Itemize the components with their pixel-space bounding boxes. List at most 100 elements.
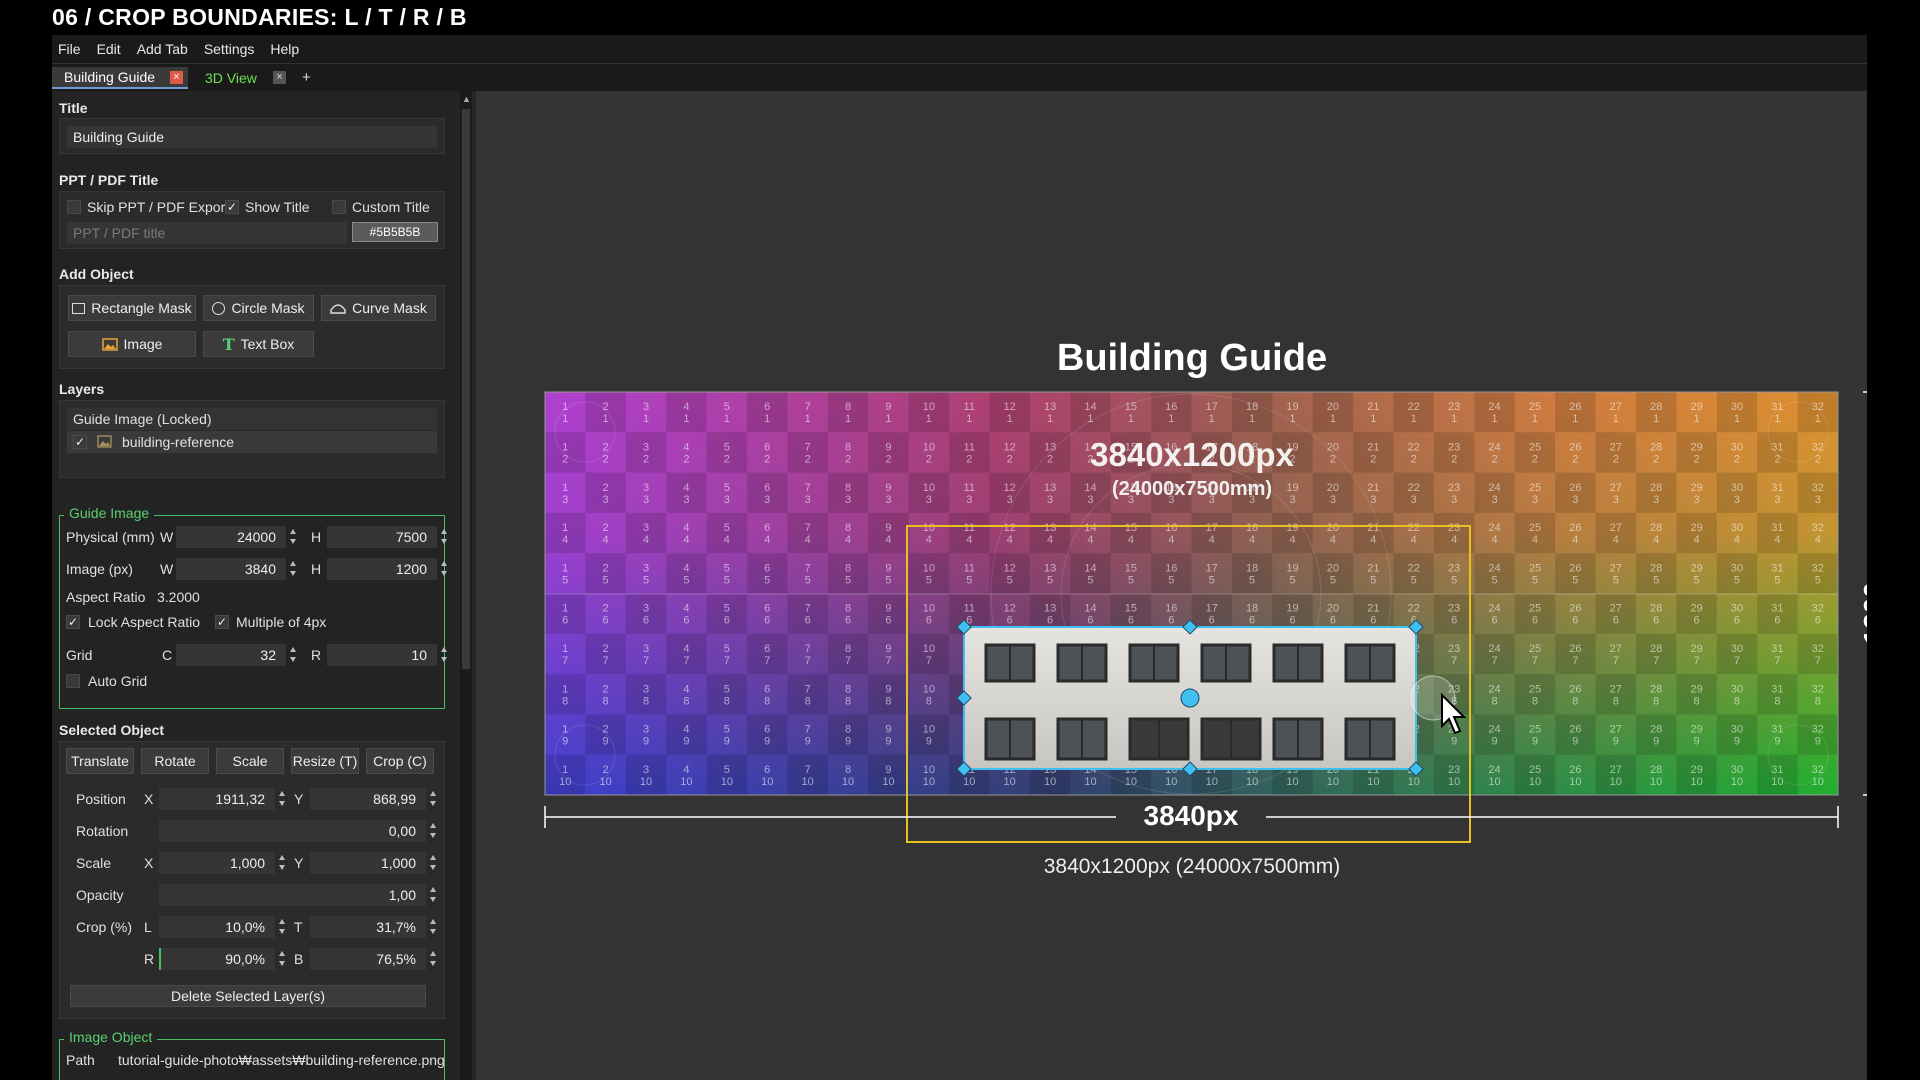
- delete-layers-button[interactable]: Delete Selected Layer(s): [70, 985, 426, 1007]
- curve-mask-button[interactable]: Curve Mask: [321, 295, 436, 321]
- crop-bottom-spinner[interactable]: [429, 948, 438, 970]
- physical-label: Physical (mm): [66, 529, 155, 545]
- physical-h-label: H: [311, 529, 322, 545]
- tab-label: Building Guide: [64, 69, 156, 85]
- tab-building-guide[interactable]: Building Guide ×: [52, 67, 188, 89]
- crop-button[interactable]: Crop (C): [366, 748, 434, 774]
- grid-cell-label: 42: [683, 441, 689, 465]
- circle-mask-button[interactable]: Circle Mask: [203, 295, 314, 321]
- image-width-input[interactable]: 3840: [176, 558, 286, 580]
- crop-bottom-input[interactable]: 76,5%: [310, 948, 426, 970]
- canvas-center-sublabel: (24000x7500mm): [1111, 478, 1273, 500]
- grid-rows-input[interactable]: 10: [327, 644, 437, 666]
- scale-y-input[interactable]: 1,000: [310, 852, 426, 874]
- scroll-up-icon[interactable]: ▲: [462, 94, 471, 104]
- show-title-checkbox[interactable]: ✓: [225, 200, 239, 214]
- grid-cell-label: 12: [562, 441, 568, 465]
- path-label: Path: [66, 1052, 95, 1068]
- crop-right-spinner[interactable]: [278, 948, 287, 970]
- rotation-input[interactable]: 0,00: [159, 820, 426, 842]
- physical-height-input[interactable]: 7500: [327, 526, 437, 548]
- image-button[interactable]: Image: [68, 331, 196, 357]
- layer-visible-checkbox[interactable]: ✓: [73, 435, 87, 449]
- opacity-spinner[interactable]: [429, 884, 438, 906]
- grid-cell-label: 94: [885, 522, 891, 546]
- position-y-spinner[interactable]: [429, 788, 438, 810]
- physical-width-input[interactable]: 24000: [176, 526, 286, 548]
- grid-columns-input[interactable]: 32: [176, 644, 286, 666]
- scrollbar-thumb[interactable]: [462, 109, 470, 669]
- grid-cell-label: 19: [562, 724, 568, 748]
- grid-cell-label: 45: [683, 562, 689, 586]
- rectangle-mask-button[interactable]: Rectangle Mask: [68, 295, 196, 321]
- grid-cell-label: 11: [562, 401, 568, 425]
- position-x-input[interactable]: 1911,32: [159, 788, 275, 810]
- close-icon[interactable]: ×: [273, 71, 286, 84]
- custom-title-checkbox[interactable]: [332, 200, 346, 214]
- crop-left-spinner[interactable]: [278, 916, 287, 938]
- grid-cell-label: 64: [764, 522, 770, 546]
- layer-row[interactable]: ✓ building-reference: [67, 431, 437, 453]
- lock-aspect-label: Lock Aspect Ratio: [88, 614, 201, 630]
- grid-label: Grid: [66, 647, 93, 663]
- title-box: Building Guide: [59, 118, 445, 154]
- menu-file[interactable]: File: [58, 41, 81, 57]
- grid-cell-label: 25: [603, 562, 609, 586]
- grid-cell-label: 89: [845, 724, 851, 748]
- rotation-spinner[interactable]: [429, 820, 438, 842]
- canvas-drawing[interactable]: 1 12 13 14 15 16 17 18 19 110 111 112 113 114 115 116 11…: [476, 91, 1867, 1080]
- rotate-handle[interactable]: [1180, 688, 1200, 708]
- canvas-title: Building Guide: [1056, 337, 1328, 379]
- menu-edit[interactable]: Edit: [97, 41, 121, 57]
- grid-rows-spinner[interactable]: [440, 644, 449, 666]
- grid-cell-label: 28: [603, 683, 609, 707]
- selected-object-box: [59, 741, 445, 1019]
- image-height-input[interactable]: 1200: [327, 558, 437, 580]
- image-height-spinner[interactable]: [440, 558, 449, 580]
- auto-grid-checkbox[interactable]: [66, 674, 80, 688]
- scale-x-input[interactable]: 1,000: [159, 852, 275, 874]
- tab-3d-view[interactable]: 3D View ×: [193, 67, 286, 89]
- close-icon[interactable]: ×: [170, 71, 183, 84]
- scale-y-spinner[interactable]: [429, 852, 438, 874]
- title-input[interactable]: Building Guide: [67, 126, 437, 148]
- layer-group-row[interactable]: Guide Image (Locked): [67, 408, 437, 430]
- grid-cell-label: 75: [805, 562, 811, 586]
- add-tab-button[interactable]: +: [302, 69, 311, 86]
- multiple-4px-checkbox[interactable]: ✓: [215, 615, 229, 629]
- grid-columns-spinner[interactable]: [289, 644, 298, 666]
- image-width-spinner[interactable]: [289, 558, 298, 580]
- menu-settings[interactable]: Settings: [204, 41, 255, 57]
- grid-cell-label: 66: [764, 603, 770, 627]
- grid-cell-label: 35: [643, 562, 649, 586]
- position-y-input[interactable]: 868,99: [310, 788, 426, 810]
- crop-left-input[interactable]: 10,0%: [159, 916, 275, 938]
- skip-export-checkbox[interactable]: [67, 200, 81, 214]
- physical-height-spinner[interactable]: [440, 526, 449, 548]
- opacity-input[interactable]: 1,00: [159, 884, 426, 906]
- translate-button[interactable]: Translate: [66, 748, 134, 774]
- grid-cell-label: 23: [603, 482, 609, 506]
- text-box-button[interactable]: T Text Box: [203, 331, 314, 357]
- position-x-spinner[interactable]: [278, 788, 287, 810]
- grid-cell-label: 67: [764, 643, 770, 667]
- grid-cell-label: 88: [845, 683, 851, 707]
- menu-help[interactable]: Help: [270, 41, 299, 57]
- crop-right-input[interactable]: 90,0%: [159, 948, 275, 970]
- resize-button[interactable]: Resize (T): [291, 748, 359, 774]
- lock-aspect-checkbox[interactable]: ✓: [66, 615, 80, 629]
- panel-scrollbar[interactable]: ▲: [460, 91, 472, 1080]
- grid-cell-label: 57: [724, 643, 730, 667]
- crop-top-input[interactable]: 31,7%: [310, 916, 426, 938]
- canvas-viewport[interactable]: 1 1 2 1 3 1 4 1 5 1 6 1 7 1 8 1 9 1 10 1 11 1 12 1 13 1 14 1 15 1 16 1 1…: [476, 91, 1867, 1080]
- rotate-button[interactable]: Rotate: [141, 748, 209, 774]
- physical-width-spinner[interactable]: [289, 526, 298, 548]
- ppt-title-input[interactable]: PPT / PDF title: [67, 222, 347, 244]
- layer-name: building-reference: [122, 434, 235, 450]
- menu-add-tab[interactable]: Add Tab: [137, 41, 188, 57]
- grid-cell-label: 26: [603, 603, 609, 627]
- crop-top-spinner[interactable]: [429, 916, 438, 938]
- scale-button[interactable]: Scale: [216, 748, 284, 774]
- scale-x-spinner[interactable]: [278, 852, 287, 874]
- title-color-swatch[interactable]: #5B5B5B: [352, 222, 438, 242]
